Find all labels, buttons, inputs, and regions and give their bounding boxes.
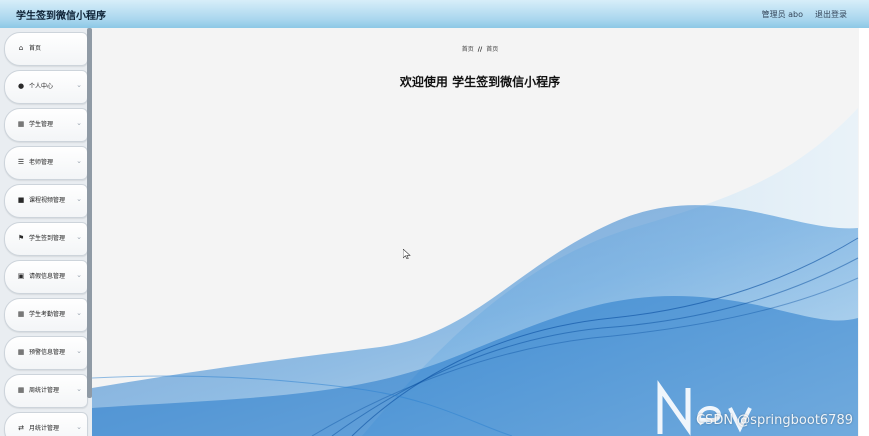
watermark-text: CSDN @springboot6789 xyxy=(695,413,853,428)
sidebar-item-leave-management[interactable]: ▣ 请假信息管理 ⌄ xyxy=(4,260,88,294)
sidebar-item-label: 课程视频管理 xyxy=(29,197,66,204)
breadcrumb-home[interactable]: 首页 xyxy=(462,46,474,53)
chevron-down-icon: ⌄ xyxy=(76,385,82,393)
sidebar-item-checkin-management[interactable]: ⚑ 学生签到管理 ⌄ xyxy=(4,222,88,256)
list-icon: ☰ xyxy=(17,158,25,166)
mouse-cursor-icon xyxy=(403,249,411,259)
sidebar-item-label: 个人中心 xyxy=(29,83,54,90)
chevron-down-icon: ⌄ xyxy=(76,81,82,89)
flag-icon: ⚑ xyxy=(17,234,25,242)
sidebar-item-weekly-stats[interactable]: ▦ 周统计管理 ⌄ xyxy=(4,374,88,408)
admin-username: 管理员 abo xyxy=(761,10,803,19)
sidebar-item-personal-center[interactable]: ● 个人中心 ⌄ xyxy=(4,70,88,104)
grid-icon: ▦ xyxy=(17,348,25,356)
sidebar-item-monthly-stats[interactable]: ⇄ 月统计管理 ⌄ xyxy=(4,412,88,436)
chevron-down-icon: ⌄ xyxy=(76,271,82,279)
sidebar-item-home[interactable]: ⌂ 首页 xyxy=(4,32,88,66)
sidebar-item-warning-management[interactable]: ▦ 预警信息管理 ⌄ xyxy=(4,336,88,370)
user-icon: ● xyxy=(17,82,25,90)
grid-icon: ▦ xyxy=(17,120,25,128)
grid-icon: ▦ xyxy=(17,386,25,394)
breadcrumb: 首页//首页 xyxy=(92,44,868,53)
sidebar-item-course-video-management[interactable]: ■ 课程视频管理 ⌄ xyxy=(4,184,88,218)
sidebar-item-label: 老师管理 xyxy=(29,159,54,166)
breadcrumb-separator: // xyxy=(477,46,483,53)
chevron-down-icon: ⌄ xyxy=(76,347,82,355)
right-edge-strip xyxy=(859,28,869,436)
shuffle-icon: ⇄ xyxy=(18,424,24,432)
chevron-down-icon: ⌄ xyxy=(76,195,82,203)
sidebar-item-attendance-management[interactable]: ▦ 学生考勤管理 ⌄ xyxy=(4,298,88,332)
sidebar-item-label: 周统计管理 xyxy=(29,387,60,394)
logout-link[interactable]: 退出登录 xyxy=(815,9,847,20)
sidebar-item-label: 首页 xyxy=(29,45,42,52)
home-icon: ⌂ xyxy=(18,44,24,52)
welcome-title: 欢迎使用 学生签到微信小程序 xyxy=(399,75,561,89)
chevron-down-icon: ⌄ xyxy=(76,233,82,241)
sidebar-item-teacher-management[interactable]: ☰ 老师管理 ⌄ xyxy=(4,146,88,180)
chevron-down-icon: ⌄ xyxy=(76,423,82,431)
sidebar-item-label: 学生签到管理 xyxy=(29,235,66,242)
sidebar-menu: ⌂ 首页 ● 个人中心 ⌄ ▦ 学生管理 ⌄ ☰ 老师管理 ⌄ ■ 课程视频管理… xyxy=(0,28,92,436)
breadcrumb-current: 首页 xyxy=(486,46,499,53)
sidebar-item-label: 预警信息管理 xyxy=(29,349,66,356)
chevron-down-icon: ⌄ xyxy=(76,309,82,317)
table-icon: ▦ xyxy=(17,310,25,318)
sidebar-item-label: 月统计管理 xyxy=(29,425,60,432)
top-header-bar: 学生签到微信小程序 管理员 abo 退出登录 xyxy=(0,0,869,29)
main-content: 首页//首页 欢迎使用 学生签到微信小程序 xyxy=(92,28,869,436)
sidebar-item-student-management[interactable]: ▦ 学生管理 ⌄ xyxy=(4,108,88,142)
chevron-down-icon: ⌄ xyxy=(76,157,82,165)
briefcase-icon: ▣ xyxy=(17,272,25,280)
sidebar-item-label: 学生管理 xyxy=(29,121,54,128)
app-title: 学生签到微信小程序 xyxy=(16,11,106,22)
chevron-down-icon: ⌄ xyxy=(76,119,82,127)
sidebar-item-label: 学生考勤管理 xyxy=(29,311,66,318)
sidebar-item-label: 请假信息管理 xyxy=(29,273,66,280)
chat-bubble-icon: ■ xyxy=(17,196,25,204)
